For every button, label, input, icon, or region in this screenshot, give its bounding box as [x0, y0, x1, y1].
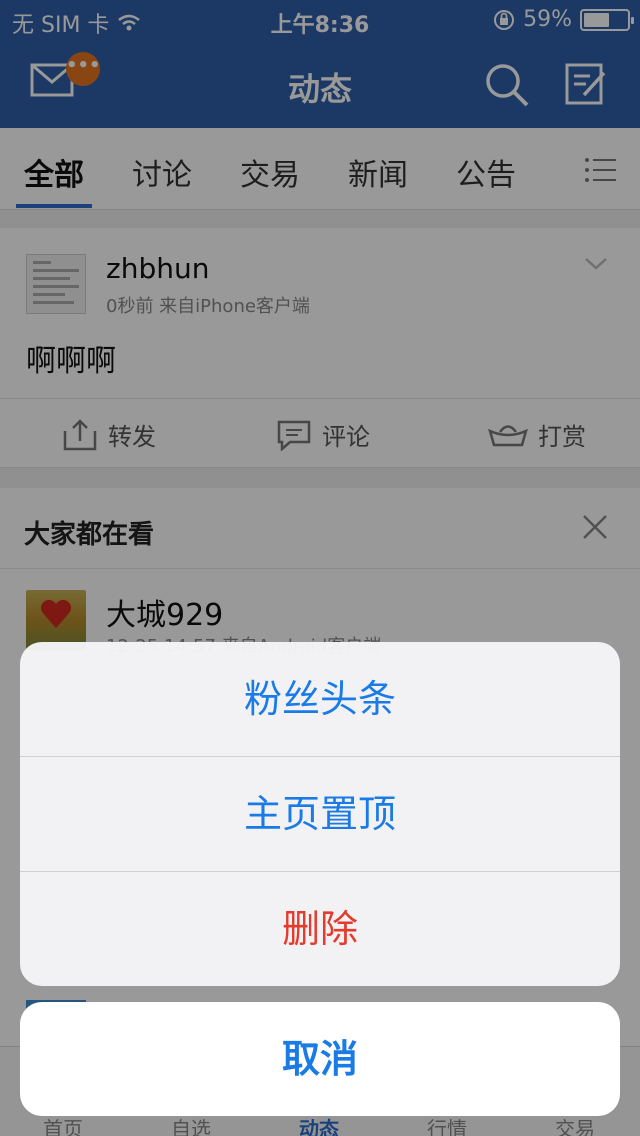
pin-to-profile-button[interactable]: 主页置顶 — [20, 757, 620, 871]
action-sheet: 粉丝头条 主页置顶 删除 — [20, 642, 620, 986]
fans-headline-button[interactable]: 粉丝头条 — [20, 642, 620, 756]
delete-button[interactable]: 删除 — [20, 872, 620, 986]
cancel-button[interactable]: 取消 — [20, 1002, 620, 1116]
